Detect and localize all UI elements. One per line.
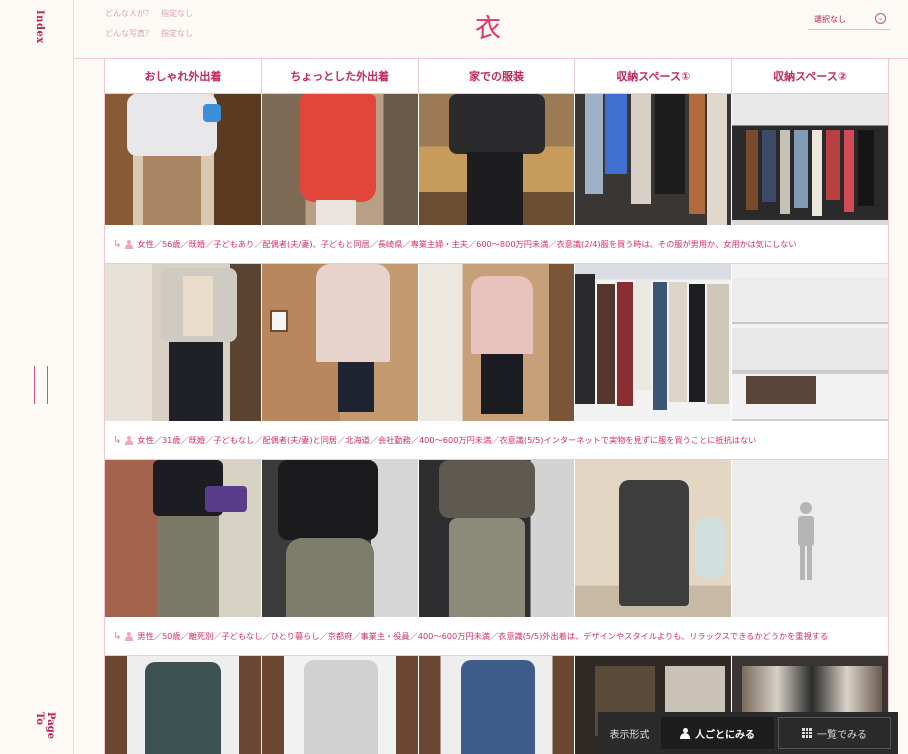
caption-text: 女性／56歳／既婚／子どもあり／配偶者(夫/妻)、子どもと同居／長崎県／専業主婦… [137,239,797,249]
view-list-button[interactable]: 一覧でみる [778,717,891,749]
photo-casual[interactable] [261,460,419,617]
person-icon [125,435,134,445]
photo-home[interactable] [418,460,576,617]
view-mode-bar: 表示形式 人ごとにみる 一覧でみる [598,712,898,754]
photo-outing[interactable] [105,656,262,754]
person-icon [125,239,134,249]
respondent-caption[interactable]: ↳ 女性／56歳／既婚／子どもあり／配偶者(夫/妻)、子どもと同居／長崎県／専業… [105,225,888,264]
photo-row [105,94,888,225]
grid-icon [802,728,812,738]
respondent-caption[interactable]: ↳ 女性／31歳／既婚／子どもなし／配偶者(夫/妻)と同居／北海道／会社勤務／4… [105,421,888,460]
left-rail: Index Page To [0,0,74,754]
photo-outing[interactable] [105,94,262,225]
photo-row [105,264,888,421]
chevron-down-icon: ⌄ [875,13,886,24]
photo-row [105,460,888,617]
view-mode-label: 表示形式 [609,729,650,741]
sort-select-value: 選択なし [814,15,846,24]
page-header: どんな人が？ 指定なし どんな写真？ 指定なし 衣 選択なし ⌄ [75,0,908,58]
view-by-person-label: 人ごとにみる [695,729,755,741]
arrow-icon: ↳ [113,630,122,642]
photo-storage-1[interactable] [575,94,733,225]
photo-home[interactable] [418,264,576,421]
caption-text: 男性／50歳／離死別／子どもなし／ひとり暮らし／京都府／事業主・役員／400〜6… [137,631,829,641]
category-label: おしゃれ外出着 [105,59,262,93]
photo-home[interactable] [418,656,576,754]
filter-summary: どんな人が？ 指定なし どんな写真？ 指定なし [105,4,193,44]
photo-outing[interactable] [105,264,262,421]
arrow-icon: ↳ [113,434,122,446]
photo-storage-1[interactable] [575,264,733,421]
category-label: 収納スペース② [773,70,848,83]
photo-casual[interactable] [261,94,419,225]
view-list-label: 一覧でみる [817,729,867,741]
photo-storage-2[interactable] [732,94,888,225]
caption-text: 女性／31歳／既婚／子どもなし／配偶者(夫/妻)と同居／北海道／会社勤務／400… [137,435,757,445]
category-label: ちょっとした外出着 [262,59,419,93]
respondent-caption[interactable]: ↳ 男性／50歳／離死別／子どもなし／ひとり暮らし／京都府／事業主・役員／400… [105,617,888,656]
category-label: 収納スペース① [575,59,733,93]
gallery: おしゃれ外出着 ちょっとした外出着 家での服装 収納スペース① 収納スペース② [104,58,889,754]
view-by-person-button[interactable]: 人ごとにみる [661,717,774,749]
photo-outing[interactable] [105,460,262,617]
person-icon [680,727,690,739]
photo-casual[interactable] [261,264,419,421]
photo-casual[interactable] [261,656,419,754]
category-label: 家での服装 [419,59,576,93]
photo-home[interactable] [418,94,576,225]
photo-storage-2[interactable] [732,460,888,617]
photo-storage-2[interactable] [732,264,888,421]
filter-photo: どんな写真？ 指定なし [105,29,193,38]
menu-toggle-icon[interactable] [34,366,48,404]
sort-select[interactable]: 選択なし ⌄ [808,8,890,30]
index-link[interactable]: Index [34,10,45,44]
photo-storage-1[interactable] [575,460,733,617]
person-icon [125,631,134,641]
page-top-link[interactable]: Page To [34,712,56,754]
filter-who: どんな人が？ 指定なし [105,9,193,18]
category-header: おしゃれ外出着 ちょっとした外出着 家での服装 収納スペース① 収納スペース② [105,59,888,94]
page-title: 衣 [475,14,502,44]
arrow-icon: ↳ [113,238,122,250]
